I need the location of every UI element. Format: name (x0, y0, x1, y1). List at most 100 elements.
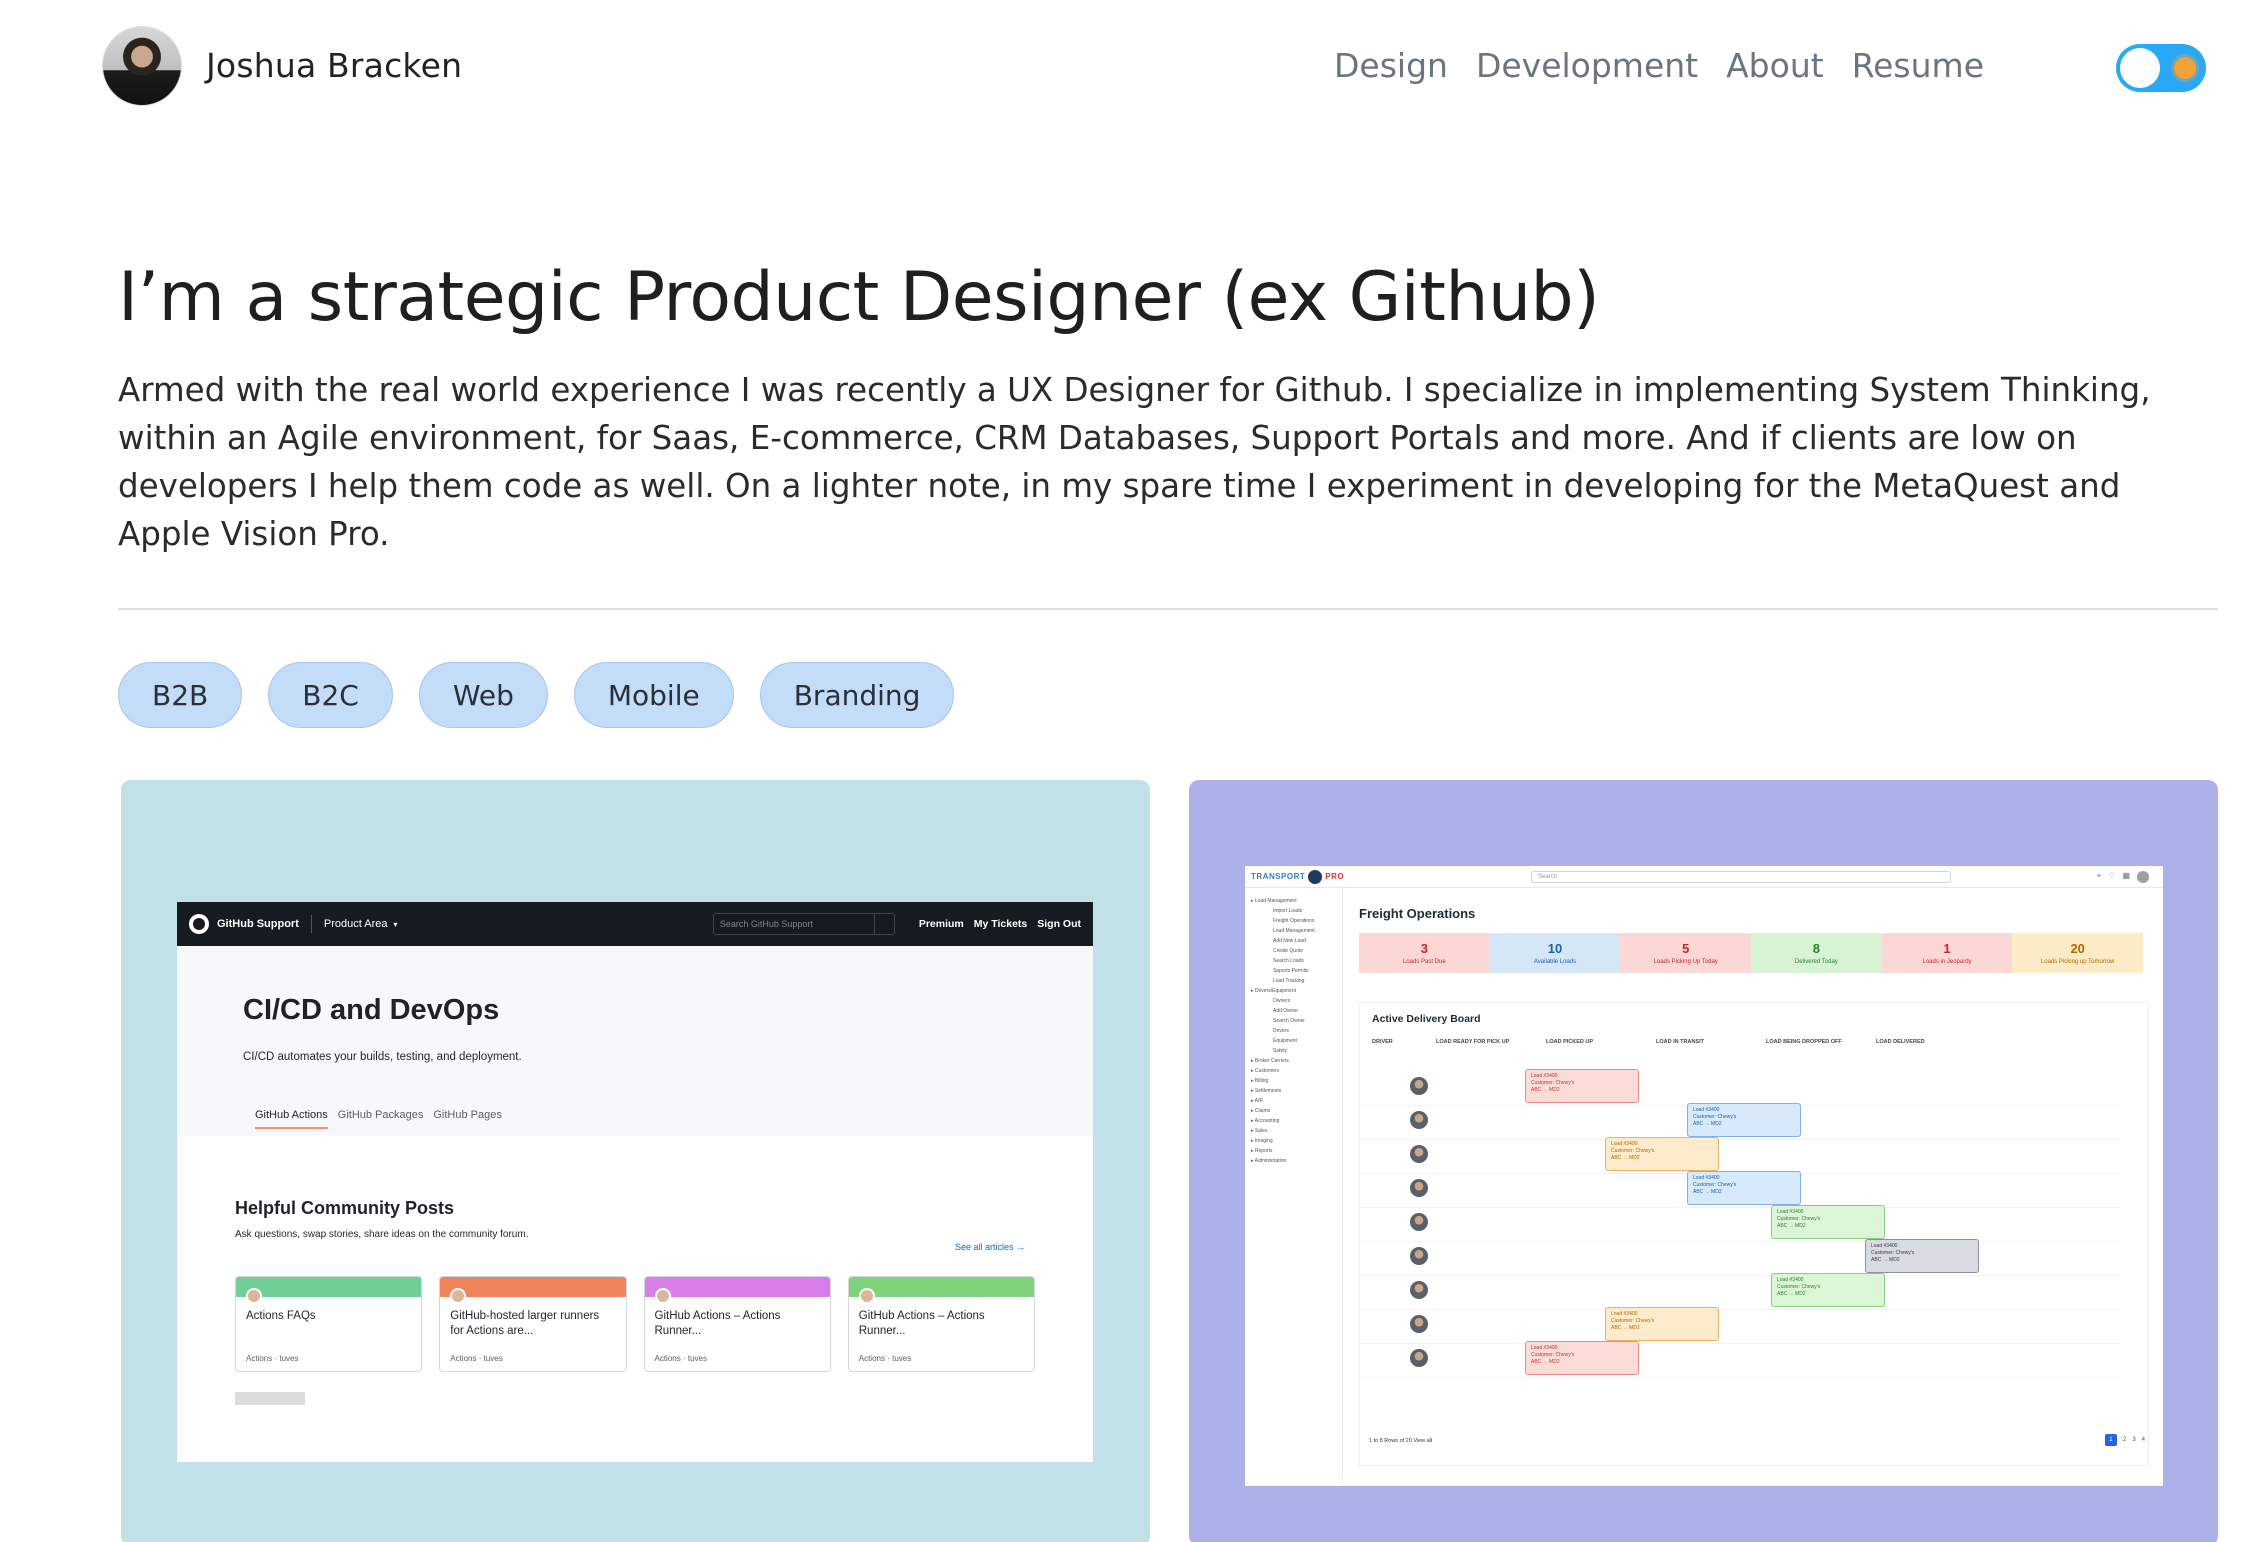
tag-b2b[interactable]: B2B (118, 662, 243, 728)
community-desc: Ask questions, swap stories, share ideas… (235, 1229, 529, 1240)
load-card: Load #3400 Customer: Chewy's ABC → MD2 (1771, 1273, 1885, 1307)
kpi-tile: 5 Loads Picking Up Today (1620, 933, 1752, 973)
logo-right: PRO (1325, 872, 1345, 881)
kpi-tile: 1 Loads in Jeopardy (1881, 933, 2013, 973)
kpi-label: Loads Picking Up Today (1653, 959, 1718, 965)
driver-avatar (1410, 1315, 1428, 1333)
post-color-band (644, 1277, 830, 1297)
nav-resume[interactable]: Resume (1852, 46, 1984, 85)
board-column-header: LOAD IN TRANSIT (1656, 1039, 1704, 1045)
post-title: GitHub Actions – Actions Runner... (654, 1310, 781, 1337)
page-number: 4 (2141, 1437, 2145, 1443)
post-title: GitHub-hosted larger runners for Actions… (450, 1310, 600, 1337)
sidebar-item: Search Loads (1273, 958, 1304, 964)
tag-b2c[interactable]: B2C (268, 662, 393, 728)
load-route: ABC → MD2 (1777, 1223, 1806, 1229)
kpi-value: 10 (1547, 941, 1563, 956)
truck-icon (1308, 869, 1323, 884)
transport-main: Freight Operations 3 Loads Past Due 10 Avai… (1359, 906, 2163, 973)
load-card: Load #3400 Customer: Chewy's ABC → MD2 (1687, 1171, 1801, 1205)
load-route: ABC → MD2 (1693, 1121, 1722, 1127)
sidebar-item: ▸ Reports (1251, 1148, 1273, 1154)
grid-icon: ▦ (2122, 871, 2130, 880)
kpi-tile: 3 Loads Past Due (1359, 933, 1490, 973)
github-brand: GitHub Support (217, 918, 299, 930)
pagination: 1234 (2104, 1434, 2145, 1446)
kpi-tile: 10 Available Loads (1489, 933, 1621, 973)
kpi-value: 3 (1420, 941, 1428, 956)
transport-logo: TRANSPORT PRO (1251, 869, 1345, 884)
see-all-link: See all articles → (955, 1242, 1025, 1252)
delivery-board: Active Delivery Board DRIVER LOAD READY F… (1359, 1002, 2149, 1466)
tag-web[interactable]: Web (418, 662, 548, 728)
load-customer: Customer: Chewy's (1777, 1284, 1821, 1290)
transport-toolbar: + ♢ ▦ (2097, 871, 2149, 883)
see-all-label: See all articles (954, 1242, 1014, 1252)
post-meta: Actions · tuves (450, 1354, 503, 1363)
post-meta: Actions · tuves (858, 1354, 912, 1363)
nav-design[interactable]: Design (1334, 46, 1448, 85)
search-icon (873, 914, 894, 934)
sidebar-item: Add New Load (1273, 938, 1306, 944)
divider (310, 915, 312, 933)
arrow-right-icon: → (1016, 1242, 1025, 1252)
community-post-card: GitHub Actions – Actions Runner... Action… (847, 1276, 1035, 1372)
tag-branding[interactable]: Branding (759, 662, 955, 728)
load-customer: Customer: Chewy's (1693, 1114, 1737, 1120)
load-label: Load #3400 (1531, 1345, 1558, 1351)
load-customer: Customer: Chewy's (1611, 1318, 1655, 1324)
load-route: ABC → MD2 (1611, 1155, 1640, 1161)
project-card-transport[interactable]: TRANSPORT PRO Search + ♢ ▦ ▸ Load Manage… (1189, 780, 2218, 1542)
github-title: CI/CD and DevOps (243, 994, 500, 1026)
theme-toggle[interactable] (2116, 44, 2206, 92)
load-label: Load #3400 (1611, 1311, 1638, 1317)
tab-github-actions: GitHub Actions (255, 1109, 328, 1129)
board-column-header: LOAD READY FOR PICK UP (1436, 1039, 1510, 1045)
project-card-github[interactable]: GitHub Support Product Area ▾ Search Git… (121, 780, 1150, 1542)
sidebar-item: Safety (1273, 1048, 1288, 1054)
nav-development[interactable]: Development (1476, 46, 1698, 85)
chevron-down-icon: ▾ (393, 919, 398, 929)
nav-about[interactable]: About (1726, 46, 1824, 85)
kpi-tile: 20 Loads Picking up Tomorrow (2012, 933, 2144, 973)
load-card: Load #3400 Customer: Chewy's ABC → MD2 (1771, 1205, 1885, 1239)
load-customer: Customer: Chewy's (1611, 1148, 1655, 1154)
github-community: Helpful Community Posts Ask questions, s… (177, 1136, 1093, 1462)
board-column-header: LOAD PICKED UP (1546, 1039, 1594, 1045)
load-customer: Customer: Chewy's (1871, 1250, 1915, 1256)
product-area: Product Area (323, 918, 388, 930)
tag-mobile[interactable]: Mobile (573, 662, 734, 728)
load-route: ABC → MD2 (1871, 1257, 1900, 1263)
site-name[interactable]: Joshua Bracken (206, 46, 462, 85)
sidebar-item: ▸ Load Management (1251, 898, 1297, 904)
driver-avatar (1410, 1145, 1428, 1163)
profile-avatar[interactable] (102, 26, 182, 106)
sidebar-item: ▸ Drivers/Equipment (1251, 988, 1297, 994)
sidebar-item: Freight Operations (1273, 918, 1315, 924)
board-columns: DRIVER LOAD READY FOR PICK UP LOAD PICKED … (1372, 1039, 2148, 1045)
load-label: Load #3400 (1777, 1209, 1804, 1215)
kpi-value: 20 (2070, 941, 2085, 956)
sidebar-item: Load Management (1273, 928, 1315, 934)
load-card: Load #3400 Customer: Chewy's ABC → MD2 (1605, 1137, 1719, 1171)
kpi-tile: 8 Delivered Today (1751, 933, 1882, 973)
load-card: Load #3400 Customer: Chewy's ABC → MD2 (1687, 1103, 1801, 1137)
load-customer: Customer: Chewy's (1531, 1080, 1575, 1086)
transport-search: Search (1531, 871, 1951, 883)
sidebar-item: ▸ Imaging (1251, 1138, 1273, 1144)
kpi-label: Loads Past Due (1402, 959, 1446, 965)
kpi-label: Available Loads (1533, 959, 1577, 965)
kpi-value: 8 (1812, 941, 1820, 956)
github-tabs: GitHub Actions GitHub Packages GitHub Pa… (255, 1109, 1027, 1129)
bell-icon: ♢ (2108, 871, 2116, 880)
driver-avatar (1410, 1213, 1428, 1231)
load-route: ABC → MD2 (1611, 1325, 1640, 1331)
post-color-band (848, 1277, 1034, 1297)
load-card: Load #3400 Customer: Chewy's ABC → MD2 (1525, 1341, 1639, 1375)
community-post-card: GitHub-hosted larger runners for Actions… (439, 1276, 627, 1372)
sidebar-item: Spports Permits (1273, 968, 1309, 974)
community-post-card: Actions FAQs Actions · tuves (235, 1276, 423, 1372)
community-title: Helpful Community Posts (235, 1198, 455, 1218)
community-post-card: GitHub Actions – Actions Runner... Action… (643, 1276, 831, 1372)
sidebar-item: ▸ Claims (1251, 1108, 1271, 1114)
